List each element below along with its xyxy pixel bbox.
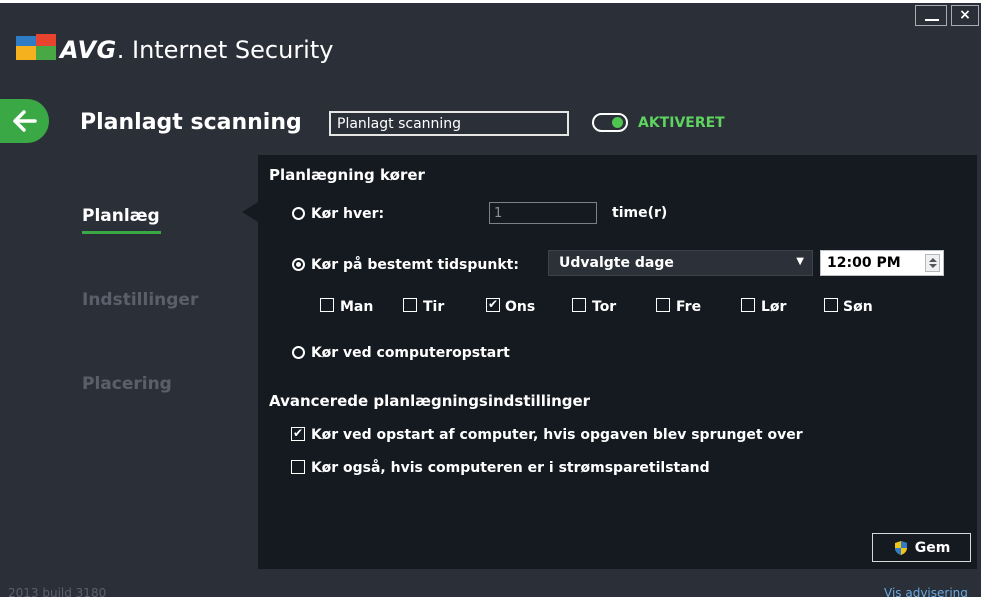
run-on-startup-label: Kør ved computeropstart: [311, 345, 510, 361]
days-select-value: Udvalgte dage: [559, 255, 674, 271]
arrow-left-icon: [12, 110, 37, 132]
day-checkbox-tir[interactable]: [403, 298, 417, 312]
run-at-time-label: Kør på bestemt tidspunkt:: [311, 257, 519, 273]
build-info: 2013 build 3180: [8, 586, 107, 597]
day-label-lor: Lør: [761, 299, 787, 315]
hours-unit-label: time(r): [612, 205, 668, 221]
day-checkbox-son[interactable]: [824, 298, 838, 312]
time-value: 12:00 PM: [827, 255, 901, 271]
enabled-toggle[interactable]: [592, 113, 628, 132]
save-button[interactable]: Gem: [872, 533, 971, 562]
day-label-tir: Tir: [423, 299, 445, 315]
back-button[interactable]: [0, 99, 49, 143]
nav-item-planlaeg[interactable]: Planlæg: [82, 206, 160, 226]
section-title-schedule: Planlægning kører: [269, 166, 425, 184]
day-checkbox-ons[interactable]: ✔: [486, 298, 500, 312]
save-label: Gem: [914, 539, 951, 556]
app-title: AVG. Internet Security: [60, 36, 334, 64]
page-title: Planlagt scanning: [80, 110, 302, 135]
checkbox-run-power-save[interactable]: [291, 460, 305, 474]
chevron-down-icon: ▼: [796, 256, 804, 267]
active-nav-indicator: [82, 231, 161, 234]
section-title-advanced: Avancerede planlægningsindstillinger: [269, 392, 591, 410]
minimize-icon: [925, 19, 939, 21]
radio-run-every[interactable]: [292, 207, 305, 220]
checkbox-run-missed[interactable]: ✔: [291, 427, 305, 441]
day-checkbox-man[interactable]: [320, 298, 334, 312]
show-notification-link[interactable]: Vis advisering: [884, 586, 968, 597]
run-every-hours-input[interactable]: [489, 202, 597, 224]
day-label-tor: Tor: [592, 299, 617, 315]
toggle-label: AKTIVERET: [638, 115, 725, 131]
close-icon: ×: [959, 7, 971, 23]
brand-name: AVG: [60, 36, 117, 64]
toggle-knob: [612, 117, 623, 128]
spin-up-icon: [929, 258, 937, 262]
product-name: Internet Security: [131, 36, 334, 64]
day-label-ons: Ons: [505, 299, 536, 315]
time-spinner[interactable]: [925, 254, 940, 272]
run-missed-label: Kør ved opstart af computer, hvis opgave…: [311, 427, 803, 443]
time-input[interactable]: 12:00 PM: [820, 250, 944, 276]
avg-logo-icon: [16, 34, 56, 60]
days-select[interactable]: Udvalgte dage ▼: [548, 250, 813, 276]
close-button[interactable]: ×: [951, 5, 979, 26]
run-every-label: Kør hver:: [311, 206, 385, 222]
day-checkbox-fre[interactable]: [656, 298, 670, 312]
day-label-man: Man: [340, 299, 374, 315]
shield-icon: [894, 540, 907, 555]
day-label-son: Søn: [843, 299, 873, 315]
app-window: × AVG. Internet Security Planlagt scanni…: [0, 3, 981, 597]
nav-item-indstillinger[interactable]: Indstillinger: [82, 290, 198, 310]
day-checkbox-lor[interactable]: [741, 298, 755, 312]
nav-item-placering[interactable]: Placering: [82, 374, 172, 394]
radio-run-on-startup[interactable]: [292, 346, 305, 359]
minimize-button[interactable]: [915, 5, 947, 26]
run-power-save-label: Kør også, hvis computeren er i strømspar…: [311, 460, 710, 476]
scan-name-input[interactable]: [329, 111, 569, 136]
radio-run-at-time[interactable]: [292, 258, 305, 271]
spin-down-icon: [929, 264, 937, 268]
day-checkbox-tor[interactable]: [572, 298, 586, 312]
day-label-fre: Fre: [676, 299, 702, 315]
panel-pointer: [242, 202, 258, 222]
